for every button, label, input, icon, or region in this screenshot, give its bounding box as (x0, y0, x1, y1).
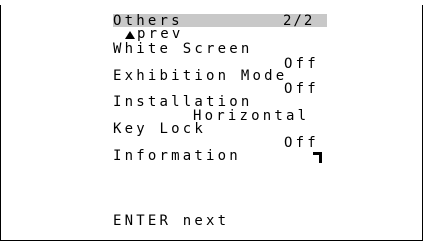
menu-item-value: Off (284, 56, 319, 72)
menu-item-label: White Screen (113, 41, 253, 57)
footer-hint: ENTER next (113, 213, 230, 229)
up-triangle-icon (125, 31, 135, 39)
menu-item-label: Key Lock (113, 121, 207, 137)
menu-item-value: Off (284, 135, 319, 151)
menu-item-value: Off (284, 81, 319, 97)
menu-item-label: Installation (113, 94, 253, 110)
corner-cursor-icon (313, 152, 322, 163)
menu-item-label: Information (113, 148, 241, 164)
page-indicator: 2/2 (283, 13, 315, 29)
menu-item-label: Exhibition Mode (113, 68, 288, 84)
menu-item-value: Horizontal (193, 108, 310, 124)
prev-label: prev (137, 26, 184, 42)
